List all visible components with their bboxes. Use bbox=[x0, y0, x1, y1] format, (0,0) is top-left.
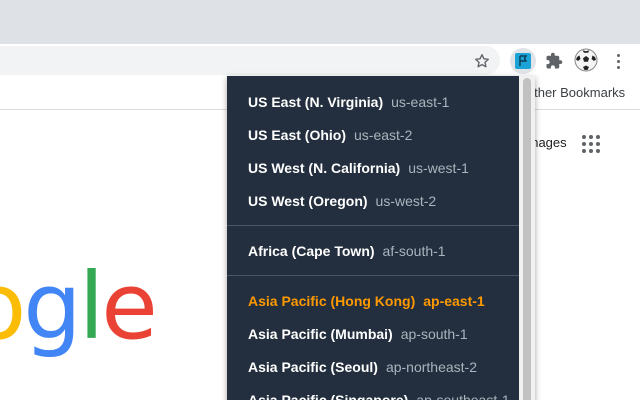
region-dropdown: US East (N. Virginia) us-east-1 US East (O… bbox=[227, 76, 535, 400]
region-list: US East (N. Virginia) us-east-1 US East (O… bbox=[227, 76, 519, 400]
region-code: ap-east-1 bbox=[423, 292, 485, 309]
region-item-us-west-2[interactable]: US West (Oregon) us-west-2 bbox=[227, 184, 519, 217]
region-name: Asia Pacific (Seoul) bbox=[248, 358, 378, 375]
browser-window: Other Bookmarks Images ogle US East (N. … bbox=[0, 0, 640, 400]
region-code: ap-northeast-2 bbox=[385, 358, 477, 375]
search-logo: ogle bbox=[0, 253, 158, 360]
region-name: US East (Ohio) bbox=[248, 126, 347, 143]
region-item-ap-southeast-1[interactable]: Asia Pacific (Singapore) ap-southeast-1 bbox=[227, 383, 519, 400]
region-code: us-east-1 bbox=[391, 93, 450, 110]
dropdown-scrollbar[interactable] bbox=[519, 76, 535, 400]
region-name: US West (N. California) bbox=[248, 159, 401, 176]
puzzle-icon bbox=[546, 52, 563, 69]
region-name: Africa (Cape Town) bbox=[248, 242, 375, 259]
region-code: us-west-1 bbox=[408, 159, 469, 176]
region-item-ap-south-1[interactable]: Asia Pacific (Mumbai) ap-south-1 bbox=[227, 317, 519, 350]
region-flag-icon bbox=[515, 53, 531, 69]
region-code: us-east-2 bbox=[354, 126, 413, 143]
region-code: ap-southeast-1 bbox=[416, 391, 510, 400]
region-name: Asia Pacific (Hong Kong) bbox=[248, 292, 416, 309]
apps-grid-icon[interactable] bbox=[582, 135, 600, 153]
scrollbar-thumb[interactable] bbox=[523, 78, 531, 400]
region-name: US West (Oregon) bbox=[248, 192, 368, 209]
region-code: us-west-2 bbox=[375, 192, 437, 209]
region-name: Asia Pacific (Mumbai) bbox=[248, 325, 393, 342]
region-name: Asia Pacific (Singapore) bbox=[248, 391, 409, 400]
kebab-menu-icon[interactable] bbox=[608, 49, 628, 73]
browser-toolbar bbox=[0, 44, 640, 78]
region-group-divider bbox=[227, 225, 519, 226]
tab-strip bbox=[0, 0, 640, 44]
region-item-us-west-1[interactable]: US West (N. California) us-west-1 bbox=[227, 151, 519, 184]
region-extension-button[interactable] bbox=[510, 48, 536, 74]
region-code: ap-south-1 bbox=[400, 325, 468, 342]
region-item-us-east-2[interactable]: US East (Ohio) us-east-2 bbox=[227, 118, 519, 151]
profile-avatar[interactable] bbox=[574, 48, 598, 72]
region-item-af-south-1[interactable]: Africa (Cape Town) af-south-1 bbox=[227, 234, 519, 267]
address-bar[interactable] bbox=[0, 46, 500, 75]
region-item-ap-east-1[interactable]: Asia Pacific (Hong Kong) ap-east-1 bbox=[227, 284, 519, 317]
region-group-divider bbox=[227, 275, 519, 276]
star-icon bbox=[475, 54, 489, 68]
soccer-ball-avatar bbox=[574, 48, 598, 72]
other-bookmarks-link[interactable]: Other Bookmarks bbox=[524, 85, 625, 100]
region-item-us-east-1[interactable]: US East (N. Virginia) us-east-1 bbox=[227, 85, 519, 118]
extensions-puzzle-icon[interactable] bbox=[542, 49, 566, 73]
region-code: af-south-1 bbox=[382, 242, 446, 259]
region-name: US East (N. Virginia) bbox=[248, 93, 384, 110]
region-item-ap-northeast-2[interactable]: Asia Pacific (Seoul) ap-northeast-2 bbox=[227, 350, 519, 383]
bookmark-star-icon[interactable] bbox=[470, 49, 494, 73]
